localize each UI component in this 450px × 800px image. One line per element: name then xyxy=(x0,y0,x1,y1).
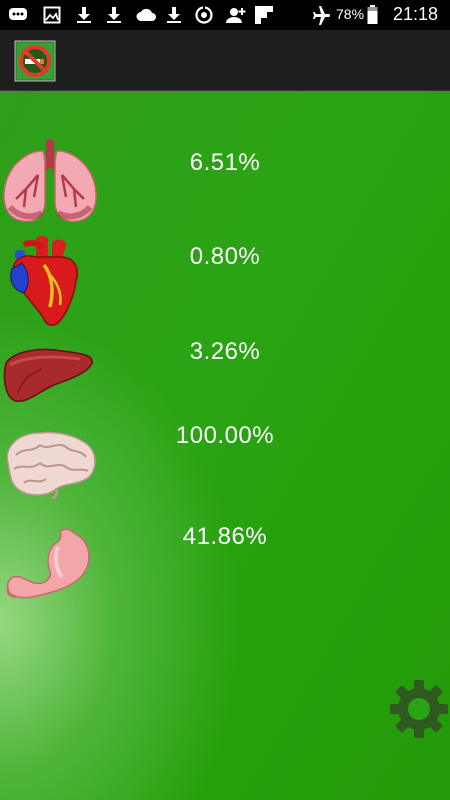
organ-row-lungs: 6.51% xyxy=(0,137,450,227)
clock: 21:18 xyxy=(392,4,438,24)
brain-icon xyxy=(0,427,100,517)
liver-icon xyxy=(0,341,100,431)
lungs-icon xyxy=(0,137,100,227)
sync-icon xyxy=(194,5,214,25)
stomach-value: 41.86% xyxy=(182,523,268,550)
app-bar xyxy=(0,30,450,91)
brain-value: 100.00% xyxy=(175,422,275,449)
download-icon xyxy=(104,5,124,25)
organ-status-panel: 6.51% 0.80% 3.26% 100.00% 41.86% xyxy=(0,91,450,800)
stomach-icon xyxy=(0,527,100,617)
liver-value: 3.26% xyxy=(189,338,261,365)
image-icon xyxy=(42,5,62,25)
settings-button[interactable] xyxy=(388,678,450,740)
battery-percent: 78% xyxy=(336,6,365,22)
chat-icon xyxy=(8,5,28,25)
download-icon xyxy=(164,5,184,25)
app-screen: 78% 21:18 6.51% 0.80% 3.26% 100.00% 41.8… xyxy=(0,0,450,800)
battery-icon xyxy=(366,5,378,25)
lungs-value: 6.51% xyxy=(189,149,261,176)
organ-row-stomach: 41.86% xyxy=(0,523,450,617)
add-person-icon xyxy=(224,5,248,25)
gear-icon xyxy=(390,680,448,738)
heart-value: 0.80% xyxy=(189,243,261,270)
organ-row-brain: 100.00% xyxy=(0,422,450,517)
organ-row-heart: 0.80% xyxy=(0,235,450,326)
cloud-icon xyxy=(134,5,158,25)
heart-icon xyxy=(0,235,100,326)
no-smoking-icon[interactable] xyxy=(14,40,56,82)
status-bar: 78% 21:18 xyxy=(0,0,450,30)
download-icon xyxy=(74,5,94,25)
flipboard-icon xyxy=(254,5,274,25)
airplane-mode-icon xyxy=(308,5,332,25)
organ-row-liver: 3.26% xyxy=(0,338,450,431)
